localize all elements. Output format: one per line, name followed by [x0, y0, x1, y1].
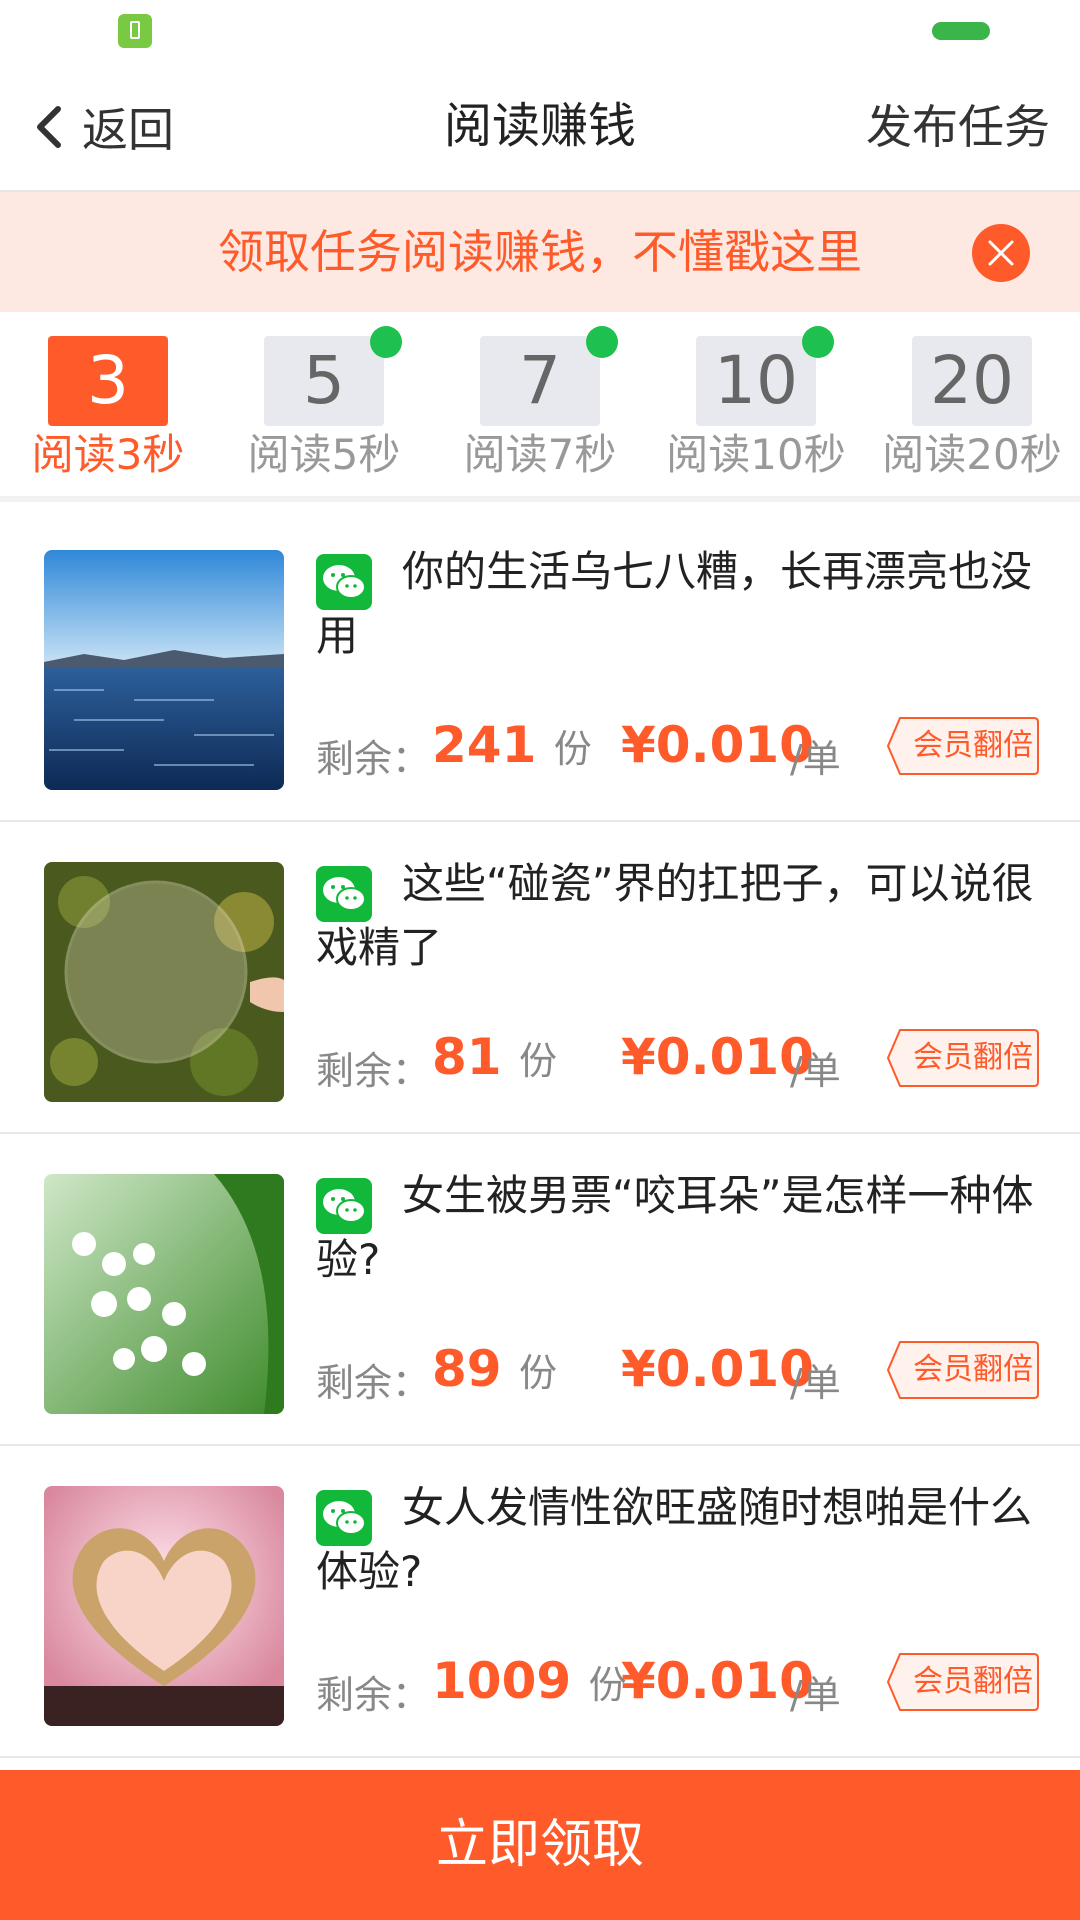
thumbnail-image-sea — [44, 550, 284, 790]
remain-label: 剩余： — [316, 1361, 431, 1405]
notice-banner[interactable]: 领取任务阅读赚钱，不懂戳这里 — [0, 192, 1080, 312]
member-double-tag[interactable]: 会员翻倍 — [886, 1340, 1040, 1400]
per-unit: /单 — [790, 1049, 841, 1093]
publish-task-button[interactable]: 发布任务 — [866, 92, 1050, 162]
battery-icon — [118, 14, 152, 48]
status-bar — [0, 0, 1080, 62]
new-dot-badge — [586, 326, 618, 358]
task-stats: 剩余： 1009 份 ¥0.010 /单 会员翻倍 — [316, 1646, 1046, 1717]
duration-tabs: 3 阅读3秒 5 阅读5秒 7 阅读7秒 10 阅读10秒 20 阅读20秒 — [0, 312, 1080, 502]
banner-close-button[interactable] — [972, 224, 1030, 282]
tab-label: 阅读5秒 — [247, 430, 401, 479]
member-double-tag[interactable]: 会员翻倍 — [886, 716, 1040, 776]
tab-number: 5 — [264, 336, 384, 426]
claim-now-button[interactable]: 立即领取 — [0, 1770, 1080, 1920]
remain-count: 241 份 — [432, 716, 592, 774]
back-button[interactable]: 返回 — [30, 92, 174, 162]
tab-label: 阅读10秒 — [666, 430, 846, 479]
tab-label: 阅读20秒 — [882, 430, 1062, 479]
banner-text[interactable]: 领取任务阅读赚钱，不懂戳这里 — [0, 192, 1080, 312]
tab-read-10s[interactable]: 10 阅读10秒 — [648, 326, 864, 486]
signal-indicator — [932, 22, 990, 40]
tab-number: 10 — [696, 336, 816, 426]
tab-read-5s[interactable]: 5 阅读5秒 — [216, 326, 432, 486]
remain-count: 1009 份 — [432, 1652, 627, 1710]
price: ¥0.010 — [621, 1028, 814, 1086]
task-title: 你的生活乌七八糟，长再漂亮也没用 — [316, 547, 1033, 660]
per-unit: /单 — [790, 1673, 841, 1717]
member-double-tag[interactable]: 会员翻倍 — [886, 1028, 1040, 1088]
task-title: 这些“碰瓷”界的扛把子，可以说很戏精了 — [316, 859, 1034, 972]
task-title: 女人发情性欲旺盛随时想啪是什么体验? — [316, 1483, 1033, 1596]
task-title: 女生被男票“咬耳朵”是怎样一种体验? — [316, 1171, 1034, 1284]
task-item[interactable]: 女人发情性欲旺盛随时想啪是什么体验? 剩余： 1009 份 ¥0.010 /单 … — [0, 1446, 1080, 1758]
price: ¥0.010 — [621, 716, 814, 774]
remain-count: 89 份 — [432, 1340, 558, 1398]
task-item[interactable]: 你的生活乌七八糟，长再漂亮也没用 剩余： 241 份 ¥0.010 /单 会员翻… — [0, 510, 1080, 822]
new-dot-badge — [802, 326, 834, 358]
thumbnail-image-heart-book — [44, 1486, 284, 1726]
tab-label: 阅读3秒 — [31, 430, 185, 479]
new-dot-badge — [370, 326, 402, 358]
task-stats: 剩余： 81 份 ¥0.010 /单 会员翻倍 — [316, 1022, 1046, 1093]
price: ¥0.010 — [621, 1652, 814, 1710]
task-stats: 剩余： 89 份 ¥0.010 /单 会员翻倍 — [316, 1334, 1046, 1405]
close-icon — [988, 240, 1014, 266]
tab-read-3s[interactable]: 3 阅读3秒 — [0, 336, 216, 486]
back-label: 返回 — [82, 103, 174, 157]
remain-label: 剩余： — [316, 737, 431, 781]
per-unit: /单 — [790, 737, 841, 781]
chevron-left-icon — [37, 106, 61, 148]
remain-count: 81 份 — [432, 1028, 558, 1086]
price: ¥0.010 — [621, 1340, 814, 1398]
tab-label: 阅读7秒 — [463, 430, 617, 479]
per-unit: /单 — [790, 1361, 841, 1405]
remain-label: 剩余： — [316, 1049, 431, 1093]
task-item[interactable]: 这些“碰瓷”界的扛把子，可以说很戏精了 剩余： 81 份 ¥0.010 /单 会… — [0, 822, 1080, 1134]
tab-number: 3 — [48, 336, 168, 426]
member-double-tag[interactable]: 会员翻倍 — [886, 1652, 1040, 1712]
remain-label: 剩余： — [316, 1673, 431, 1717]
tab-number: 20 — [912, 336, 1032, 426]
task-item[interactable]: 女生被男票“咬耳朵”是怎样一种体验? 剩余： 89 份 ¥0.010 /单 会员… — [0, 1134, 1080, 1446]
tab-read-7s[interactable]: 7 阅读7秒 — [432, 326, 648, 486]
header-bar: 阅读赚钱 返回 发布任务 — [0, 62, 1080, 192]
task-stats: 剩余： 241 份 ¥0.010 /单 会员翻倍 — [316, 710, 1046, 781]
thumbnail-image-flowers — [44, 1174, 284, 1414]
thumbnail-image-bubble — [44, 862, 284, 1102]
tab-read-20s[interactable]: 20 阅读20秒 — [864, 336, 1080, 486]
task-list: 你的生活乌七八糟，长再漂亮也没用 剩余： 241 份 ¥0.010 /单 会员翻… — [0, 510, 1080, 1758]
tab-number: 7 — [480, 336, 600, 426]
